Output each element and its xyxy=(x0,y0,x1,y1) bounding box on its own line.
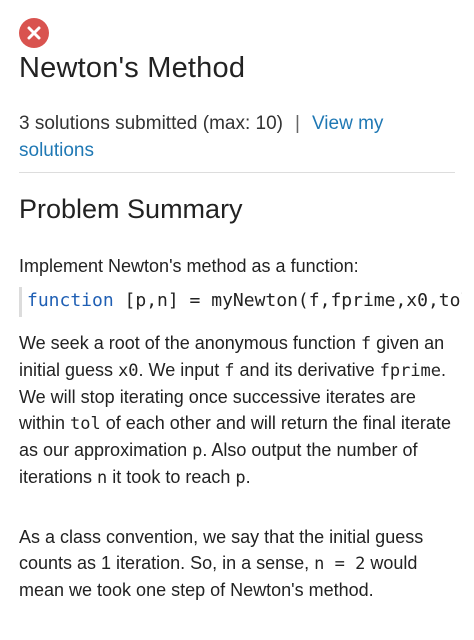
submission-info: 3 solutions submitted (max: 10) | View my s… xyxy=(19,110,459,164)
inline-code: p xyxy=(235,468,246,488)
inline-code: fprime xyxy=(379,361,442,381)
x-circle-icon xyxy=(27,26,41,40)
divider xyxy=(19,172,455,173)
description-paragraph: We seek a root of the anonymous function… xyxy=(19,333,451,488)
problem-page: Newton's Method 3 solutions submitted (m… xyxy=(0,0,474,640)
section-title: Problem Summary xyxy=(19,194,243,224)
separator: | xyxy=(295,113,300,134)
inline-code: f xyxy=(224,361,235,381)
inline-code: n xyxy=(97,468,108,488)
inline-code: p xyxy=(192,441,203,461)
submission-count: 3 solutions submitted (max: 10) xyxy=(19,113,284,134)
function-signature-code: function [p,n] = myNewton(f,fprime,x0,to… xyxy=(19,287,462,317)
problem-title: Newton's Method xyxy=(19,52,246,84)
inline-code: x0 xyxy=(118,361,139,381)
inline-code: n = 2 xyxy=(314,554,366,574)
inline-code: f xyxy=(360,334,372,354)
failed-status-icon xyxy=(19,18,49,48)
intro-text: Implement Newton's method as a function: xyxy=(19,256,359,276)
inline-code: tol xyxy=(70,414,101,434)
code-keyword: function xyxy=(27,290,114,311)
code-signature: [p,n] = myNewton(f,fprime,x0,tol) xyxy=(113,290,462,311)
convention-paragraph: As a class convention, we say that the i… xyxy=(19,527,424,600)
